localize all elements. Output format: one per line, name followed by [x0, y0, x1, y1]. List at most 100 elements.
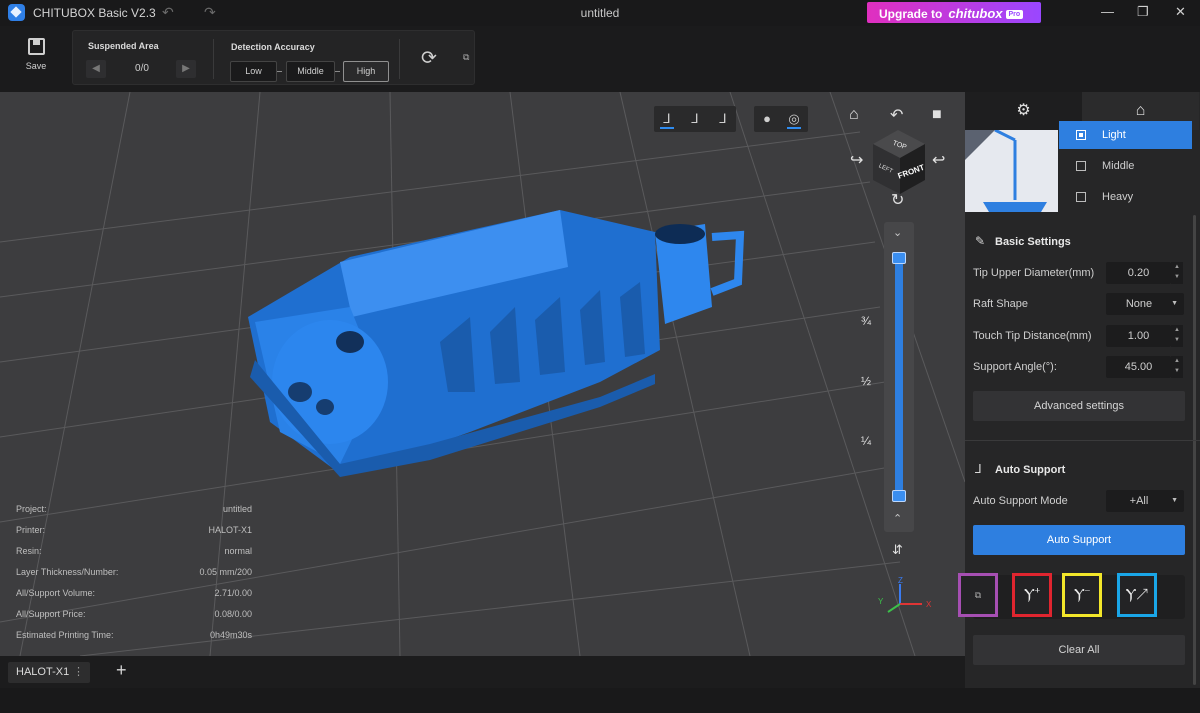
magic-wand-icon: ✎	[975, 234, 986, 248]
3d-model[interactable]	[248, 210, 745, 477]
undo-icon[interactable]: ↶	[162, 4, 174, 21]
minimize-icon[interactable]: —	[1101, 4, 1114, 19]
printer-tab-bar: HALOT-X1 ⋮ +	[0, 656, 965, 688]
title-bar: CHITUBOX Basic V2.3 ↶ ↷ untitled Upgrade…	[0, 0, 1200, 26]
chevron-down-icon[interactable]: ⌄	[893, 226, 902, 239]
more-icon[interactable]: ⋮	[73, 662, 84, 683]
support-view-1-icon[interactable]: ⅃	[654, 106, 680, 132]
add-support-icon: Ⲩ⁺	[1024, 586, 1040, 603]
info-key: Printer:	[16, 525, 46, 535]
info-row: Estimated Printing Time: 0h49m30s	[16, 630, 252, 651]
preset-label: Middle	[1102, 160, 1135, 172]
touch-tip-distance-stepper[interactable]: ▲ ▼	[1171, 325, 1183, 347]
right-panel-scrollbar[interactable]	[1193, 215, 1196, 685]
slider-mark: ¼	[861, 434, 872, 448]
raft-shape-select[interactable]: None ▼	[1106, 293, 1184, 315]
advanced-settings-button[interactable]: Advanced settings	[973, 391, 1185, 421]
tip-upper-diameter-input[interactable]: 0.20	[1106, 262, 1171, 284]
pro-badge: Pro	[1005, 10, 1024, 19]
tip-upper-diameter-stepper[interactable]: ▲ ▼	[1171, 262, 1183, 284]
restore-icon[interactable]: ❐	[1137, 4, 1149, 20]
detection-panel: Suspended Area ◀ 0/0 ▶ Detection Accurac…	[72, 30, 475, 85]
slider-mark: ¾	[861, 314, 872, 328]
preset-heavy[interactable]: Heavy	[1059, 183, 1192, 211]
info-row: All/Support Price: 0.08/0.00	[16, 609, 252, 630]
edit-support-tool[interactable]: Ⲩ↗	[1117, 573, 1157, 617]
divider	[399, 39, 400, 79]
detach-panel-icon[interactable]: ⧉	[463, 52, 469, 63]
layer-slider-bottom-handle[interactable]	[892, 490, 906, 502]
upgrade-button[interactable]: Upgrade to chitubox Pro	[867, 2, 1041, 23]
touch-tip-distance-input[interactable]: 1.00	[1106, 325, 1171, 347]
remove-support-tool[interactable]: Ⲩ⁻	[1062, 573, 1102, 617]
app-window: CHITUBOX Basic V2.3 ↶ ↷ untitled Upgrade…	[0, 0, 1200, 713]
info-row: Layer Thickness/Number: 0.05 mm/200	[16, 567, 252, 588]
add-printer-tab-button[interactable]: +	[116, 660, 127, 681]
close-icon[interactable]: ✕	[1175, 4, 1186, 20]
suspended-area-title: Suspended Area	[88, 41, 159, 51]
save-button[interactable]: Save	[18, 38, 54, 71]
support-angle-input[interactable]: 45.00	[1106, 356, 1171, 378]
view-cube[interactable]: TOP FRONT LEFT	[858, 124, 948, 204]
info-key: Project:	[16, 504, 47, 514]
info-value: 2.71/0.00	[214, 588, 252, 598]
preset-light[interactable]: Light	[1059, 121, 1192, 149]
xray-render-icon[interactable]: ◎	[781, 106, 807, 132]
support-select-tool[interactable]: ⧉	[958, 573, 998, 617]
support-angle-label: Support Angle(°):	[973, 361, 1057, 373]
accuracy-middle-button[interactable]: Middle	[286, 61, 335, 82]
support-preview-image	[965, 130, 1058, 212]
previous-area-button[interactable]: ◀	[86, 60, 106, 78]
layer-slider-top-handle[interactable]	[892, 252, 906, 264]
info-row: Printer: HALOT-X1	[16, 525, 252, 546]
accuracy-high-button[interactable]: High	[343, 61, 389, 82]
info-value: 0.08/0.00	[214, 609, 252, 619]
slider-sync-icon[interactable]: ⇵	[892, 542, 903, 558]
auto-support-button[interactable]: Auto Support	[973, 525, 1185, 555]
tab-printer[interactable]: HALOT-X1 ⋮	[8, 662, 90, 683]
accuracy-low-button[interactable]: Low	[230, 61, 277, 82]
settings-doc-icon: ⚙	[1016, 102, 1031, 119]
auto-support-icon: ⅃	[975, 462, 982, 476]
z-axis-label: Z	[898, 576, 903, 585]
support-view-group: ⅃ ⅃ ⅃	[654, 106, 736, 132]
3d-viewport[interactable]: ⅃ ⅃ ⅃ ● ◎ ⌂ ↶ ■ ↪ ↩ ↻ TOP FRONT LEFT ⌄ ⌃…	[0, 92, 965, 656]
add-support-tool[interactable]: Ⲩ⁺	[1012, 573, 1052, 617]
support-angle-stepper[interactable]: ▲ ▼	[1171, 356, 1183, 378]
redetect-icon[interactable]: ⟳	[421, 47, 437, 70]
accuracy-connector	[335, 71, 340, 72]
auto-support-title: Auto Support	[995, 464, 1066, 476]
preset-checkbox	[1076, 161, 1086, 171]
info-value: untitled	[222, 504, 252, 514]
rotate-view-icon[interactable]: ↶	[890, 105, 903, 125]
app-title: CHITUBOX Basic V2.3	[33, 6, 156, 20]
info-key: All/Support Volume:	[16, 588, 96, 598]
info-key: All/Support Price:	[16, 609, 86, 619]
next-area-button[interactable]: ▶	[176, 60, 196, 78]
remove-support-icon: Ⲩ⁻	[1074, 586, 1090, 603]
support-view-2-icon[interactable]: ⅃	[682, 106, 708, 132]
supports-icon: ⌂	[1135, 102, 1146, 119]
chevron-up-icon[interactable]: ⌃	[893, 512, 902, 525]
solid-render-icon[interactable]: ●	[754, 106, 780, 132]
save-icon	[27, 38, 45, 55]
tip-upper-diameter-label: Tip Upper Diameter(mm)	[973, 267, 1095, 279]
perspective-icon[interactable]: ■	[932, 106, 942, 124]
info-value: normal	[224, 546, 252, 556]
info-key: Estimated Printing Time:	[16, 630, 114, 640]
info-value: 0.05 mm/200	[199, 567, 252, 577]
auto-support-mode-select[interactable]: +All ▼	[1106, 490, 1184, 512]
raft-shape-value: None	[1125, 298, 1153, 310]
layer-slider-range	[895, 252, 903, 498]
basic-settings-title: Basic Settings	[995, 236, 1071, 248]
preset-label: Heavy	[1102, 191, 1134, 203]
chitubox-logo-icon	[8, 4, 25, 21]
preset-middle[interactable]: Middle	[1059, 152, 1192, 180]
x-axis-label: X	[926, 600, 932, 609]
home-view-icon[interactable]: ⌂	[849, 106, 859, 124]
preset-checkbox	[1076, 130, 1086, 140]
support-view-3-icon[interactable]: ⅃	[710, 106, 736, 132]
raft-shape-label: Raft Shape	[973, 298, 1029, 310]
redo-icon[interactable]: ↷	[204, 4, 216, 21]
clear-all-button[interactable]: Clear All	[973, 635, 1185, 665]
